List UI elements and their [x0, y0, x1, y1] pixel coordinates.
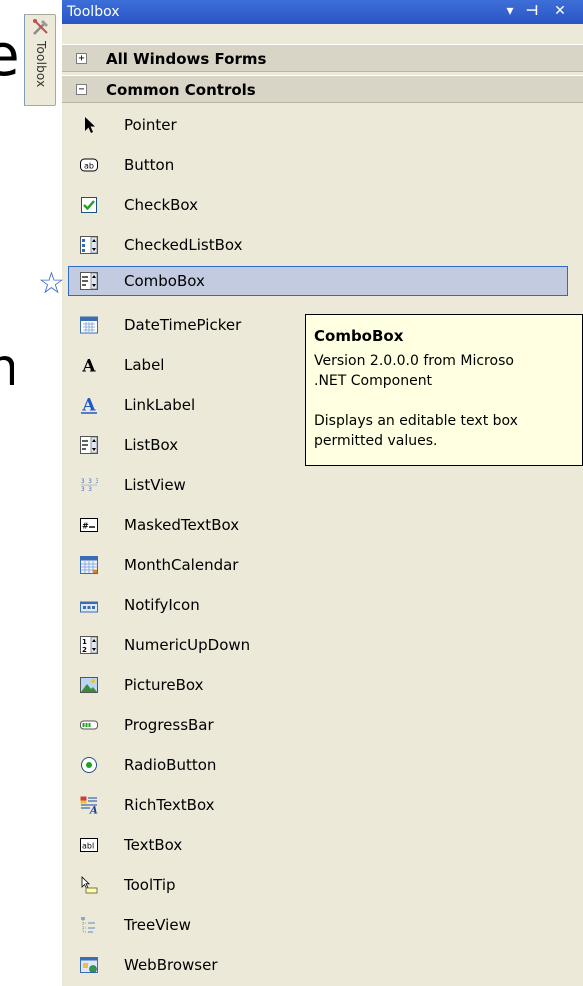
toolbox-window: Toolbox ▾ ⊣ ✕ + All Windows Forms − Comm… — [62, 0, 583, 986]
progressbar-icon — [80, 720, 98, 730]
svg-text:A: A — [89, 806, 98, 815]
monthcalendar-icon — [80, 556, 98, 574]
checkedlistbox-icon — [80, 236, 98, 254]
datetimepicker-icon — [80, 316, 98, 334]
item-label: RadioButton — [124, 756, 217, 774]
svg-text:abl: abl — [82, 842, 94, 851]
item-label: TextBox — [124, 836, 183, 854]
listbox-icon — [80, 436, 98, 454]
combobox-icon — [80, 272, 98, 290]
item-label: ComboBox — [124, 272, 205, 290]
tooltip-title: ComboBox — [314, 327, 404, 345]
background-partial-letter-n: n — [0, 338, 14, 398]
toolbox-item-numericupdown[interactable]: 1 2 NumericUpDown — [68, 630, 568, 660]
section-common-controls[interactable]: − Common Controls — [62, 75, 583, 103]
listview-icon: 3 3 3 3 3 — [81, 478, 98, 493]
item-label: DateTimePicker — [124, 316, 242, 334]
treeview-icon — [81, 917, 95, 933]
section-label: Common Controls — [106, 81, 256, 99]
svg-text:ab: ab — [84, 162, 94, 171]
window-position-dropdown-button[interactable]: ▾ — [502, 2, 518, 20]
textbox-icon: abl — [80, 838, 98, 852]
button-icon: ab — [80, 158, 98, 172]
toolbox-titlebar: Toolbox ▾ ⊣ ✕ — [62, 0, 583, 24]
toolbox-item-maskedtextbox[interactable]: # MaskedTextBox — [68, 510, 568, 540]
section-label: All Windows Forms — [106, 50, 267, 68]
picturebox-icon — [80, 677, 98, 693]
item-label: WebBrowser — [124, 956, 218, 974]
item-label: CheckedListBox — [124, 236, 243, 254]
item-label: ToolTip — [124, 876, 176, 894]
svg-text:3 3: 3 3 — [81, 486, 92, 493]
label-icon: A — [81, 357, 96, 375]
numericupdown-icon: 1 2 — [80, 636, 98, 654]
tooltip-icon — [81, 876, 98, 894]
item-label: Pointer — [124, 116, 177, 134]
toolbox-side-tab[interactable]: Toolbox — [24, 14, 56, 106]
expand-plus-icon[interactable]: + — [76, 53, 87, 64]
tooltip-component-type: .NET Component — [314, 373, 433, 389]
notifyicon-icon — [80, 601, 98, 613]
toolbox-item-progressbar[interactable]: ProgressBar — [68, 710, 568, 740]
item-label: Label — [124, 356, 165, 374]
background-partial-letter-e: e — [0, 21, 18, 89]
toolbox-tools-icon — [33, 19, 48, 35]
maskedtextbox-icon: # — [80, 518, 98, 532]
toolbox-item-textbox[interactable]: abl TextBox — [68, 830, 568, 860]
item-label: LinkLabel — [124, 396, 196, 414]
auto-hide-pin-button[interactable]: ⊣ — [524, 2, 540, 20]
toolbox-item-listview[interactable]: 3 3 3 3 3 ListView — [68, 470, 568, 500]
toolbox-item-checkedlistbox[interactable]: CheckedListBox — [68, 230, 568, 260]
toolbox-item-button[interactable]: ab Button — [68, 150, 568, 180]
item-label: MaskedTextBox — [124, 516, 240, 534]
close-button[interactable]: ✕ — [552, 2, 568, 20]
item-label: TreeView — [124, 916, 191, 934]
toolbox-item-radiobutton[interactable]: RadioButton — [68, 750, 568, 780]
item-label: ListBox — [124, 436, 179, 454]
side-tab-label: Toolbox — [34, 41, 48, 88]
toolbox-item-notifyicon[interactable]: NotifyIcon — [68, 590, 568, 620]
svg-text:3 3 3: 3 3 3 — [81, 478, 98, 485]
tooltip-description-line1: Displays an editable text box — [314, 413, 518, 429]
collapse-minus-icon[interactable]: − — [76, 84, 87, 95]
pointer-icon — [85, 117, 95, 133]
svg-text:#: # — [82, 522, 89, 531]
item-label: PictureBox — [124, 676, 204, 694]
svg-text:1: 1 — [82, 638, 87, 646]
linklabel-icon: A — [81, 396, 97, 414]
toolbox-item-combobox[interactable]: ComboBox — [68, 266, 568, 296]
toolbox-item-tooltip[interactable]: ToolTip — [68, 870, 568, 900]
toolbox-title: Toolbox — [67, 4, 120, 20]
svg-text:A: A — [81, 357, 96, 375]
toolbox-item-checkbox[interactable]: CheckBox — [68, 190, 568, 220]
star-marker-icon: ☆ — [38, 266, 65, 301]
webbrowser-icon — [80, 957, 98, 973]
richtextbox-icon: A — [80, 796, 98, 814]
radiobutton-icon — [81, 757, 97, 773]
svg-text:A: A — [81, 396, 96, 414]
tooltip-version: Version 2.0.0.0 from Microso — [314, 353, 514, 369]
item-label: ProgressBar — [124, 716, 214, 734]
toolbox-item-pointer[interactable]: Pointer — [68, 110, 568, 140]
toolbox-item-treeview[interactable]: TreeView — [68, 910, 568, 940]
item-label: NotifyIcon — [124, 596, 200, 614]
svg-text:2: 2 — [82, 646, 87, 654]
toolbox-item-monthcalendar[interactable]: MonthCalendar — [68, 550, 568, 580]
item-label: CheckBox — [124, 196, 199, 214]
toolbox-item-webbrowser[interactable]: WebBrowser — [68, 950, 568, 980]
toolbox-item-richtextbox[interactable]: A RichTextBox — [68, 790, 568, 820]
item-label: ListView — [124, 476, 186, 494]
toolbox-item-picturebox[interactable]: PictureBox — [68, 670, 568, 700]
combobox-tooltip: ComboBox Version 2.0.0.0 from Microso .N… — [305, 314, 583, 466]
item-label: MonthCalendar — [124, 556, 239, 574]
checkbox-icon — [81, 197, 97, 213]
item-label: Button — [124, 156, 175, 174]
item-label: NumericUpDown — [124, 636, 251, 654]
item-label: RichTextBox — [124, 796, 215, 814]
tooltip-description-line2: permitted values. — [314, 433, 438, 449]
section-all-windows-forms[interactable]: + All Windows Forms — [62, 44, 583, 72]
